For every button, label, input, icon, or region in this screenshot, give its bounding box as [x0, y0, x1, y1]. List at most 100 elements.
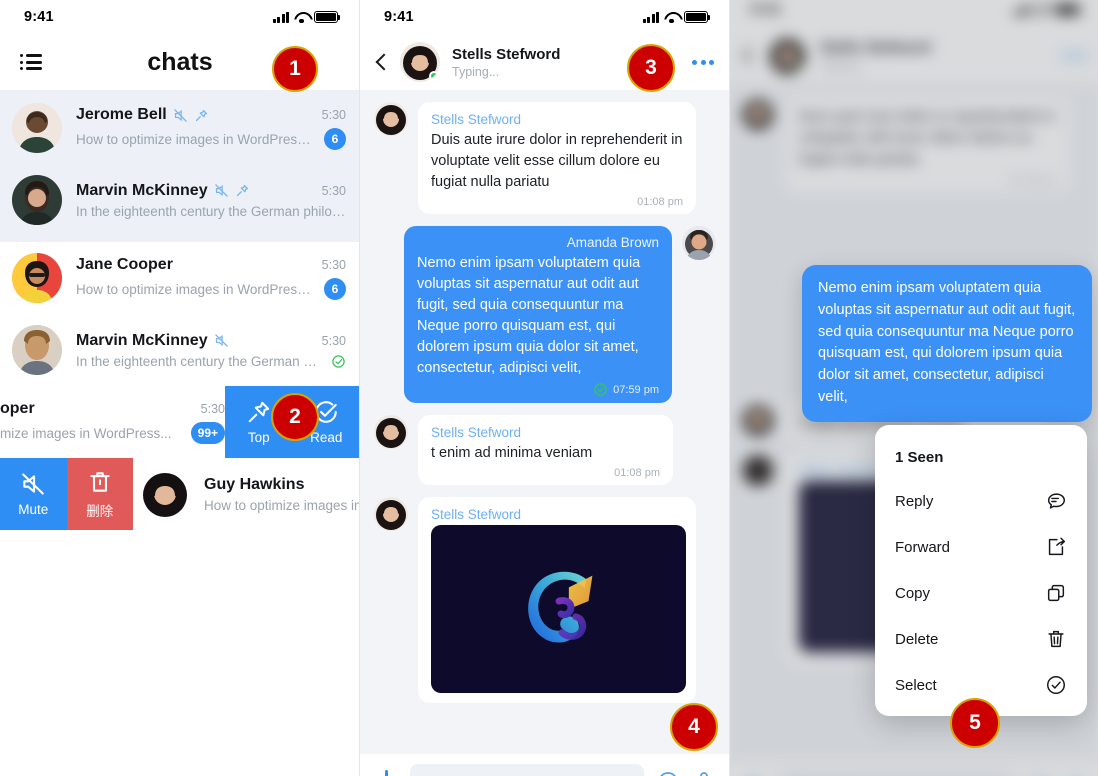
- status-time: 9:41: [384, 9, 414, 25]
- context-menu-label: Forward: [895, 538, 951, 556]
- context-menu-item-delete[interactable]: Delete: [875, 616, 1087, 662]
- chat-list-item-guy-hawkins-swiped[interactable]: Mute 删除 Guy Hawkins How to optimize imag…: [0, 458, 360, 530]
- step-marker-3: 3: [627, 44, 675, 92]
- status-icons: [643, 11, 711, 24]
- trash-icon: [87, 469, 113, 495]
- check-circle-icon: [593, 382, 608, 397]
- context-menu-item-forward[interactable]: Forward: [875, 524, 1087, 570]
- context-menu-item-copy[interactable]: Copy: [875, 570, 1087, 616]
- message-bubble[interactable]: Stells Stefword: [418, 497, 696, 704]
- message-input[interactable]: Message: [410, 764, 644, 776]
- context-menu: 1 Seen Reply Forward Copy Delete Select: [875, 425, 1087, 716]
- message-composer: Message: [360, 754, 730, 776]
- swipe-action-delete[interactable]: 删除: [66, 458, 133, 530]
- avatar: [374, 497, 408, 532]
- swipe-action-mute[interactable]: Mute: [0, 458, 67, 530]
- context-menu-label: Copy: [895, 584, 931, 602]
- contact-status: Typing...: [452, 64, 500, 79]
- message-sender: Stells Stefword: [431, 507, 522, 523]
- chat-list-item-body: Guy Hawkins How to optimize images in W: [204, 476, 360, 513]
- unread-badge: 99+: [190, 422, 225, 444]
- app-screenshot: 9:41 chats Jerome Bell 5:30 How to optim…: [0, 0, 1098, 776]
- status-bar: 9:41: [0, 0, 360, 34]
- unread-badge: 6: [324, 128, 346, 150]
- swipe-action-label: Top: [247, 430, 270, 445]
- chat-name: Guy Hawkins: [204, 475, 305, 493]
- message-thread[interactable]: Stells Stefword Duis aute irure dolor in…: [360, 90, 730, 754]
- avatar: [12, 253, 62, 303]
- battery-icon: [684, 11, 711, 23]
- more-dots-icon[interactable]: [692, 59, 714, 65]
- step-marker-2: 2: [271, 393, 319, 441]
- contact-name: Stells Stefword: [452, 45, 561, 63]
- step-marker-4: 4: [670, 703, 718, 751]
- message-incoming[interactable]: Stells Stefword Duis aute irure dolor in…: [374, 102, 716, 215]
- cellular-bars-icon: [273, 11, 289, 23]
- chat-time: 5:30: [321, 183, 346, 198]
- check-circle-icon: [331, 354, 346, 369]
- pin-icon: [246, 399, 272, 425]
- message-sender: Stells Stefword: [431, 112, 522, 127]
- message-time: 01:08 pm: [614, 467, 660, 480]
- avatar: [12, 175, 62, 225]
- chameleon-logo-image[interactable]: [431, 525, 686, 694]
- avatar: [682, 226, 716, 261]
- pin-icon: [194, 108, 209, 123]
- panel-divider-1: [359, 0, 360, 776]
- chat-preview: How to optimize images in W: [204, 497, 360, 513]
- step-marker-1: 1: [272, 46, 318, 92]
- message-bubble[interactable]: Amanda Brown Nemo enim ipsam voluptatem …: [404, 226, 672, 404]
- chat-time: 5:30: [321, 333, 346, 348]
- chat-time: 5:30: [321, 108, 346, 122]
- online-status-dot: [429, 71, 439, 81]
- message-bubble[interactable]: Stells Stefword t enim ad minima veniam …: [418, 415, 673, 486]
- context-menu-item-reply[interactable]: Reply: [875, 478, 1087, 524]
- swipe-action-label: 删除: [86, 503, 114, 519]
- chat-name: Marvin McKinney: [76, 331, 208, 349]
- chat-name: oper: [0, 400, 35, 417]
- swipe-action-label: Read: [310, 430, 343, 445]
- chat-name: Jane Cooper: [76, 256, 173, 273]
- chat-list-item-jane-cooper[interactable]: Jane Cooper 5:30 How to optimize images …: [0, 242, 360, 314]
- message-incoming-media[interactable]: Stells Stefword: [374, 497, 716, 704]
- avatar: [12, 103, 62, 153]
- chat-name: Marvin McKinney: [76, 181, 208, 199]
- unread-badge: 6: [324, 278, 346, 300]
- message-outgoing[interactable]: Amanda Brown Nemo enim ipsam voluptatem …: [374, 226, 716, 404]
- message-text: Nemo enim ipsam voluptatem quia voluptas…: [417, 255, 641, 377]
- chat-time: 5:30: [200, 402, 225, 416]
- microphone-icon[interactable]: [692, 770, 716, 776]
- message-incoming[interactable]: Stells Stefword t enim ad minima veniam …: [374, 415, 716, 486]
- chat-list-item-marvin-mckinney[interactable]: Marvin McKinney 5:30 In the eighteenth c…: [0, 314, 360, 386]
- back-chevron-icon[interactable]: [376, 53, 386, 71]
- battery-icon: [314, 11, 341, 23]
- context-menu-header: 1 Seen: [895, 449, 944, 466]
- chat-list-item-body: Jane Cooper 5:30 How to optimize images …: [76, 256, 346, 300]
- chat-preview: In the eighteenth century the German phi…: [76, 353, 323, 369]
- mute-icon: [173, 108, 188, 123]
- avatar[interactable]: [400, 42, 440, 82]
- plus-icon[interactable]: [374, 770, 398, 776]
- avatar: [374, 102, 408, 136]
- chat-list-item-jerome-bell[interactable]: Jerome Bell 5:30 How to optimize images …: [0, 92, 360, 164]
- chat-list-item-marvin-mckinney-pinned[interactable]: Marvin McKinney 5:30 In the eighteenth c…: [0, 164, 360, 236]
- sticker-icon[interactable]: [656, 770, 680, 776]
- context-menu-label: Delete: [895, 630, 939, 648]
- context-menu-panel: 9:41 Stells Stefword Typing... Duis aute…: [730, 0, 1098, 776]
- message-bubble[interactable]: Stells Stefword Duis aute irure dolor in…: [418, 102, 696, 215]
- message-sender: Amanda Brown: [566, 235, 659, 251]
- avatar: [140, 469, 190, 519]
- wifi-icon: [664, 12, 679, 24]
- context-menu-label: Select: [895, 676, 937, 694]
- mute-icon: [20, 471, 46, 497]
- mute-icon: [214, 183, 229, 198]
- status-icons: [273, 11, 341, 24]
- focused-message-bubble[interactable]: Nemo enim ipsam voluptatem quia voluptas…: [802, 265, 1092, 422]
- message-time: 01:08 pm: [637, 196, 683, 209]
- chat-time: 5:30: [321, 258, 346, 272]
- pin-icon: [235, 183, 250, 198]
- step-marker-5: 5: [950, 698, 1000, 748]
- chat-list-item-body: Marvin McKinney 5:30 In the eighteenth c…: [76, 332, 346, 369]
- chat-preview: How to optimize images in WordPress for.…: [76, 131, 316, 147]
- mute-icon: [214, 333, 229, 348]
